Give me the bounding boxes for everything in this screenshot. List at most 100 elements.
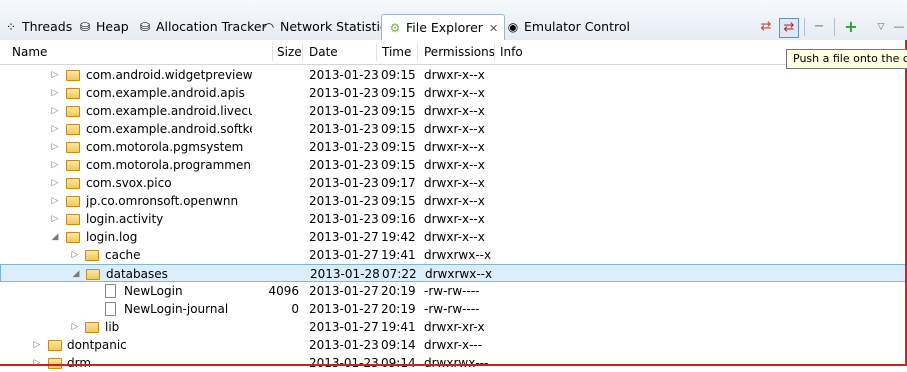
cell-time: 20:19 bbox=[381, 284, 416, 298]
collapsed-arrow-icon[interactable]: ▷ bbox=[32, 354, 42, 372]
folder-row[interactable]: ◢ login.log 2013-01-27 19:42 drwxr-x--x bbox=[0, 228, 907, 246]
tab-allocation-tracker[interactable]: ⛁ Allocation Tracker bbox=[138, 16, 267, 38]
cell-date: 2013-01-23 bbox=[309, 338, 379, 352]
collapsed-arrow-icon[interactable]: ▷ bbox=[50, 192, 60, 210]
folder-row[interactable]: ▷ lib 2013-01-27 19:41 drwxr-xr-x bbox=[0, 318, 907, 336]
expanded-arrow-icon[interactable]: ◢ bbox=[71, 265, 81, 283]
pull-file-icon[interactable]: ⇄ bbox=[757, 18, 775, 36]
file-row[interactable]: NewLogin-journal 0 2013-01-27 20:19 -rw-rw--… bbox=[0, 300, 907, 318]
tab-threads[interactable]: ⁘ Threads bbox=[4, 16, 72, 38]
folder-row[interactable]: ▷ com.android.widgetpreview 2013-01-23 09:1… bbox=[0, 66, 907, 84]
collapsed-arrow-icon[interactable]: ▷ bbox=[50, 102, 60, 120]
folder-row[interactable]: ▷ dontpanic 2013-01-23 09:14 drwxr-x--- bbox=[0, 336, 907, 354]
new-folder-icon[interactable]: + bbox=[842, 18, 860, 36]
collapsed-arrow-icon[interactable]: ▷ bbox=[50, 156, 60, 174]
cell-date: 2013-01-23 bbox=[309, 176, 379, 190]
folder-row[interactable]: ▷ cache 2013-01-27 19:41 drwxrwx--x bbox=[0, 246, 907, 264]
collapsed-arrow-icon[interactable]: ▷ bbox=[32, 336, 42, 354]
cell-time: 09:15 bbox=[381, 140, 416, 154]
folder-row[interactable]: ▷ drm 2013-01-23 09:14 drwxrwx--- bbox=[0, 354, 907, 372]
close-icon[interactable]: ✕ bbox=[489, 22, 498, 35]
column-time[interactable]: Time bbox=[382, 40, 411, 64]
folder-row[interactable]: ▷ com.motorola.programmenu 2013-01-23 09:15… bbox=[0, 156, 907, 174]
folder-icon bbox=[66, 142, 80, 153]
folder-icon bbox=[85, 322, 99, 333]
folder-row[interactable]: ▷ jp.co.omronsoft.openwnn 2013-01-23 09:15 d… bbox=[0, 192, 907, 210]
push-file-icon[interactable]: ⇄ bbox=[779, 18, 799, 38]
column-size[interactable]: Size bbox=[277, 40, 302, 64]
cell-time: 09:15 bbox=[381, 194, 416, 208]
collapsed-arrow-icon[interactable]: ▷ bbox=[50, 138, 60, 156]
tab-label: Heap bbox=[96, 19, 129, 34]
column-divider[interactable] bbox=[376, 43, 377, 61]
collapsed-arrow-icon[interactable]: ▷ bbox=[50, 120, 60, 138]
toolbar-separator bbox=[834, 18, 835, 36]
folder-row[interactable]: ▷ com.example.android.apis 2013-01-23 09:15… bbox=[0, 84, 907, 102]
column-divider[interactable] bbox=[494, 43, 495, 61]
folder-icon bbox=[66, 160, 80, 171]
collapsed-arrow-icon[interactable]: ▷ bbox=[50, 66, 60, 84]
expanded-arrow-icon[interactable]: ◢ bbox=[50, 228, 60, 246]
cell-date: 2013-01-27 bbox=[309, 320, 379, 334]
collapsed-arrow-icon[interactable]: ▷ bbox=[50, 210, 60, 228]
cell-time: 19:41 bbox=[381, 320, 416, 334]
file-row[interactable]: NewLogin 4096 2013-01-27 20:19 -rw-rw---- bbox=[0, 282, 907, 300]
folder-row[interactable]: ▷ login.activity 2013-01-23 09:16 drwxr-x--x bbox=[0, 210, 907, 228]
android-icon: ⚙ bbox=[389, 21, 401, 35]
cell-permissions: drwxr-x--x bbox=[424, 212, 485, 226]
collapsed-arrow-icon[interactable]: ▷ bbox=[70, 318, 80, 336]
view-menu-icon[interactable]: ▽ bbox=[872, 18, 890, 36]
allocation-icon: ⛁ bbox=[139, 20, 151, 34]
cell-permissions: drwxr-x--x bbox=[424, 158, 485, 172]
cell-date: 2013-01-27 bbox=[309, 284, 379, 298]
cell-permissions: drwxr-x--x bbox=[424, 176, 485, 190]
threads-icon: ⁘ bbox=[5, 20, 17, 34]
folder-row[interactable]: ▷ com.motorola.pgmsystem 2013-01-23 09:15 dr… bbox=[0, 138, 907, 156]
tab-file-explorer[interactable]: ⚙ File Explorer ✕ bbox=[381, 14, 506, 41]
cell-name: drm bbox=[67, 356, 92, 370]
column-divider[interactable] bbox=[272, 43, 273, 61]
cell-date: 2013-01-23 bbox=[309, 68, 379, 82]
column-date[interactable]: Date bbox=[309, 40, 338, 64]
folder-row[interactable]: ▷ com.example.android.livecubes 2013-01-23… bbox=[0, 102, 907, 120]
cell-time: 09:14 bbox=[381, 338, 416, 352]
cell-permissions: drwxr-x--x bbox=[424, 68, 485, 82]
column-info[interactable]: Info bbox=[500, 40, 523, 64]
cell-time: 09:15 bbox=[381, 68, 416, 82]
cell-permissions: drwxr-x--x bbox=[424, 104, 485, 118]
cell-permissions: -rw-rw---- bbox=[424, 284, 480, 298]
tab-network-statistics[interactable]: ◠ Network Statistics bbox=[262, 16, 394, 38]
tab-heap[interactable]: ⛁ Heap bbox=[78, 16, 129, 38]
toolbar-separator bbox=[804, 18, 805, 36]
collapsed-arrow-icon[interactable]: ▷ bbox=[50, 174, 60, 192]
cell-name: com.android.widgetpreview bbox=[86, 68, 252, 82]
cell-permissions: drwxr-x--x bbox=[424, 86, 485, 100]
folder-icon bbox=[66, 70, 80, 81]
collapsed-arrow-icon[interactable]: ▷ bbox=[50, 84, 60, 102]
column-name[interactable]: Name bbox=[12, 40, 47, 64]
cell-time: 09:17 bbox=[381, 176, 416, 190]
folder-row[interactable]: ◢ databases 2013-01-28 07:22 drwxrwx--x bbox=[0, 264, 907, 282]
cell-permissions: drwxr-x--x bbox=[424, 122, 485, 136]
minimize-icon[interactable]: — bbox=[890, 18, 907, 36]
cell-date: 2013-01-28 bbox=[310, 267, 380, 281]
folder-icon bbox=[66, 232, 80, 243]
cell-time: 19:42 bbox=[381, 230, 416, 244]
cell-name: cache bbox=[105, 248, 141, 262]
column-divider[interactable] bbox=[417, 43, 418, 61]
column-permissions[interactable]: Permissions bbox=[424, 40, 495, 64]
cell-time: 09:15 bbox=[381, 122, 416, 136]
cell-date: 2013-01-23 bbox=[309, 194, 379, 208]
collapsed-arrow-icon[interactable]: ▷ bbox=[70, 246, 80, 264]
cell-name: dontpanic bbox=[67, 338, 127, 352]
cell-name: databases bbox=[106, 267, 168, 281]
column-divider[interactable] bbox=[302, 43, 303, 61]
cell-time: 07:22 bbox=[382, 267, 417, 281]
column-header: Name Size Date Time Permissions Info bbox=[0, 40, 907, 65]
folder-row[interactable]: ▷ com.example.android.softkeybo 2013-01-23… bbox=[0, 120, 907, 138]
cell-name: jp.co.omronsoft.openwnn bbox=[86, 194, 239, 208]
folder-row[interactable]: ▷ com.svox.pico 2013-01-23 09:17 drwxr-x--x bbox=[0, 174, 907, 192]
tab-emulator-control[interactable]: ◉ Emulator Control bbox=[506, 16, 630, 38]
tab-label: Emulator Control bbox=[524, 19, 630, 34]
delete-icon[interactable]: − bbox=[810, 18, 828, 36]
